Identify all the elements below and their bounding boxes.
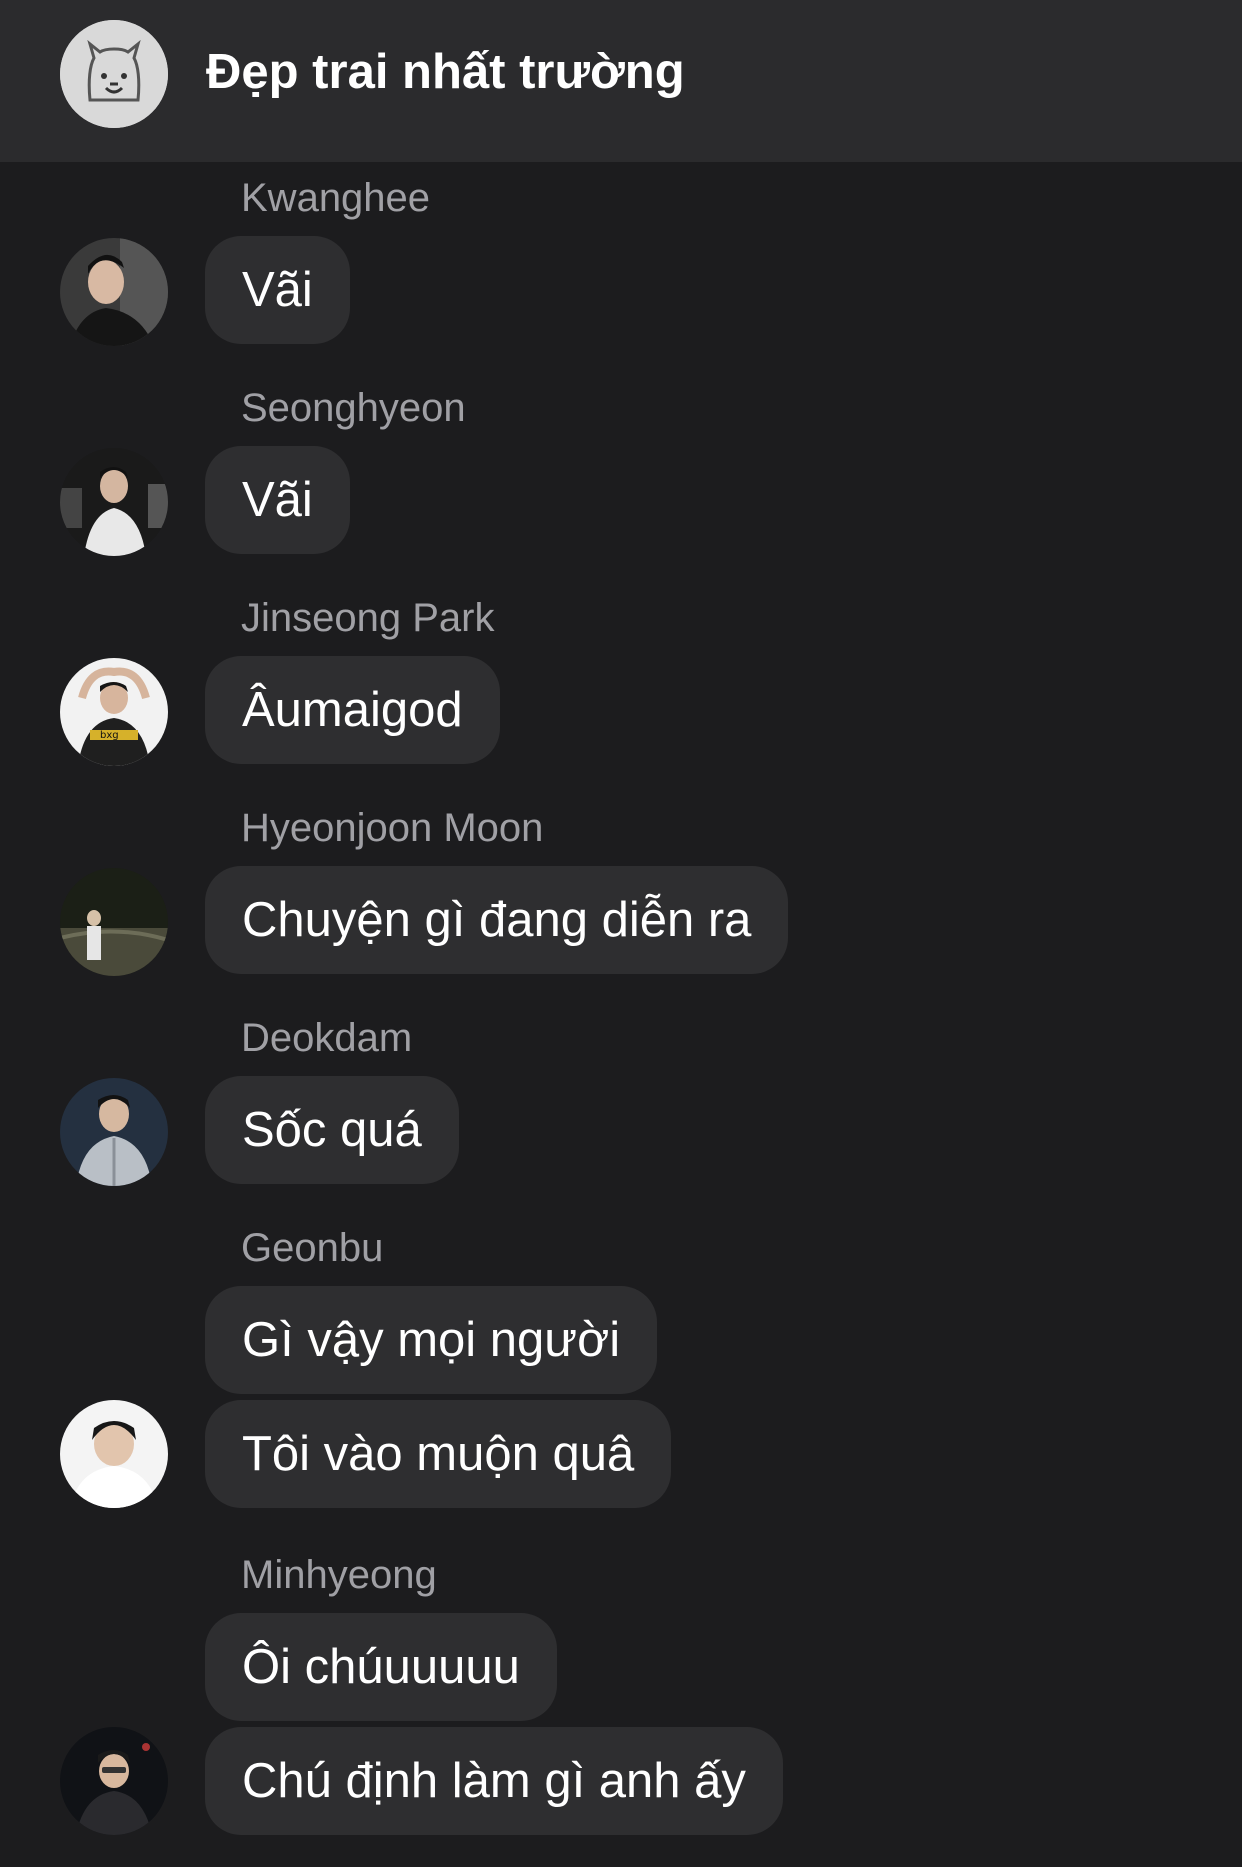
sender-name: Geonbu bbox=[241, 1226, 384, 1270]
sender-name: Deokdam bbox=[241, 1016, 413, 1060]
avatar[interactable] bbox=[60, 1078, 168, 1186]
message-bubble[interactable]: Vãi bbox=[205, 446, 350, 554]
avatar[interactable] bbox=[60, 448, 168, 556]
message-bubble[interactable]: Âumaigod bbox=[205, 656, 500, 764]
svg-text:bxg: bxg bbox=[100, 730, 119, 741]
message-bubble[interactable]: Ôi chúuuuuu bbox=[205, 1613, 557, 1721]
message-bubble[interactable]: Chú định làm gì anh ấy bbox=[205, 1727, 783, 1835]
sender-name: Jinseong Park bbox=[241, 596, 495, 640]
sender-name: Seonghyeon bbox=[241, 386, 466, 430]
sender-name: Minhyeong bbox=[241, 1553, 437, 1597]
avatar[interactable] bbox=[60, 1727, 168, 1835]
message-bubble[interactable]: Vãi bbox=[205, 236, 350, 344]
group-avatar[interactable] bbox=[60, 20, 168, 128]
message-bubble[interactable]: Chuyện gì đang diễn ra bbox=[205, 866, 789, 974]
avatar[interactable] bbox=[60, 1400, 168, 1508]
alpaca-icon bbox=[60, 20, 168, 128]
avatar[interactable] bbox=[60, 868, 168, 976]
message-bubble[interactable]: Sốc quá bbox=[205, 1076, 459, 1184]
chat-title[interactable]: Đẹp trai nhất trường bbox=[206, 44, 685, 100]
chat-header: Đẹp trai nhất trường bbox=[0, 0, 1242, 162]
avatar[interactable] bbox=[60, 238, 168, 346]
message-bubble[interactable]: Tôi vào muộn quâ bbox=[205, 1400, 672, 1508]
sender-name: Hyeonjoon Moon bbox=[241, 806, 544, 850]
avatar[interactable]: bxg bbox=[60, 658, 168, 766]
message-bubble[interactable]: Gì vậy mọi người bbox=[205, 1286, 658, 1394]
sender-name: Kwanghee bbox=[241, 176, 431, 220]
